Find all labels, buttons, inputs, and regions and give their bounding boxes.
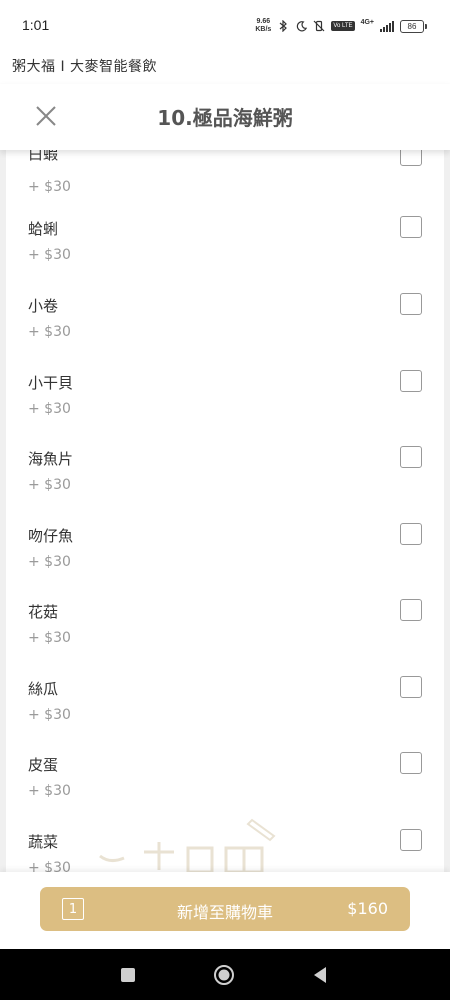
- option-checkbox[interactable]: [400, 829, 422, 851]
- net-speed: 9.66 KB/s: [255, 18, 271, 34]
- option-name: 白蝦: [28, 150, 59, 163]
- option-price: + $30: [28, 477, 71, 493]
- item-header: 10.極品海鮮粥: [0, 84, 450, 150]
- list-item[interactable]: 花菇 + $30: [6, 599, 444, 678]
- option-price: + $30: [28, 247, 71, 263]
- status-time: 1:01: [22, 17, 50, 33]
- option-price: + $30: [28, 707, 71, 723]
- option-name: 吻仔魚: [28, 527, 74, 545]
- battery-icon: 86: [400, 19, 427, 33]
- option-checkbox[interactable]: [400, 446, 422, 468]
- option-name: 花菇: [28, 603, 59, 621]
- option-price: + $30: [28, 401, 71, 417]
- bottom-action-bar: 1 新增至購物車 $160: [0, 872, 450, 949]
- option-price: + $30: [28, 630, 71, 646]
- option-price: + $30: [28, 554, 71, 570]
- status-bar: 1:01 9.66 KB/s Vo LTE 4G+ 86: [0, 0, 450, 44]
- recent-apps-button[interactable]: [116, 963, 140, 987]
- list-item[interactable]: 絲瓜 + $30: [6, 676, 444, 755]
- list-item[interactable]: 小干貝 + $30: [6, 370, 444, 449]
- list-item[interactable]: 小卷 + $30: [6, 293, 444, 372]
- recent-apps-icon: [121, 968, 135, 982]
- net-speed-value: 9.66: [256, 18, 271, 25]
- moon-icon: [295, 20, 307, 32]
- vibrate-off-icon: [313, 20, 325, 32]
- store-title: 粥大福 I 大麥智能餐飲: [12, 59, 158, 75]
- network-type: 4G+: [360, 18, 374, 26]
- option-checkbox[interactable]: [400, 599, 422, 621]
- option-checkbox[interactable]: [400, 523, 422, 545]
- home-icon: [214, 965, 234, 985]
- option-checkbox[interactable]: [400, 293, 422, 315]
- option-name: 小干貝: [28, 374, 74, 392]
- option-name: 蔬菜: [28, 833, 59, 851]
- option-name: 絲瓜: [28, 680, 59, 698]
- option-price: + $30: [28, 783, 71, 799]
- back-button[interactable]: [308, 963, 332, 987]
- option-checkbox[interactable]: [400, 150, 422, 166]
- list-item[interactable]: 吻仔魚 + $30: [6, 523, 444, 602]
- option-name: 皮蛋: [28, 756, 59, 774]
- options-list[interactable]: 白蝦 + $30 蛤蜊 + $30 小卷 + $30 小干貝 + $30 海魚片…: [0, 150, 450, 872]
- signal-icon: [380, 20, 394, 32]
- option-price: + $30: [28, 324, 71, 340]
- cart-total-price: $160: [347, 899, 388, 918]
- option-price: + $30: [28, 179, 71, 195]
- list-item[interactable]: 皮蛋 + $30: [6, 752, 444, 831]
- home-button[interactable]: [212, 963, 236, 987]
- option-price: + $30: [28, 860, 71, 872]
- option-name: 小卷: [28, 297, 59, 315]
- battery-level: 86: [407, 21, 417, 31]
- back-triangle-icon: [314, 967, 326, 983]
- page-title: 10.極品海鮮粥: [157, 106, 293, 130]
- option-checkbox[interactable]: [400, 370, 422, 392]
- list-item[interactable]: 蛤蜊 + $30: [6, 216, 444, 295]
- list-item[interactable]: 白蝦 + $30: [6, 150, 444, 227]
- list-item[interactable]: 蔬菜 + $30: [6, 829, 444, 872]
- option-checkbox[interactable]: [400, 216, 422, 238]
- option-name: 海魚片: [28, 450, 74, 468]
- add-to-cart-button[interactable]: 1 新增至購物車 $160: [40, 887, 410, 931]
- volte-badge: Vo LTE: [331, 21, 355, 31]
- option-name: 蛤蜊: [28, 220, 59, 238]
- status-icons: 9.66 KB/s Vo LTE 4G+ 86: [255, 18, 427, 34]
- option-checkbox[interactable]: [400, 676, 422, 698]
- options-card: 白蝦 + $30 蛤蜊 + $30 小卷 + $30 小干貝 + $30 海魚片…: [6, 150, 444, 872]
- list-item[interactable]: 海魚片 + $30: [6, 446, 444, 525]
- system-nav-bar: [0, 949, 450, 1000]
- net-speed-unit: KB/s: [255, 26, 272, 33]
- option-checkbox[interactable]: [400, 752, 422, 774]
- bluetooth-icon: [277, 20, 289, 32]
